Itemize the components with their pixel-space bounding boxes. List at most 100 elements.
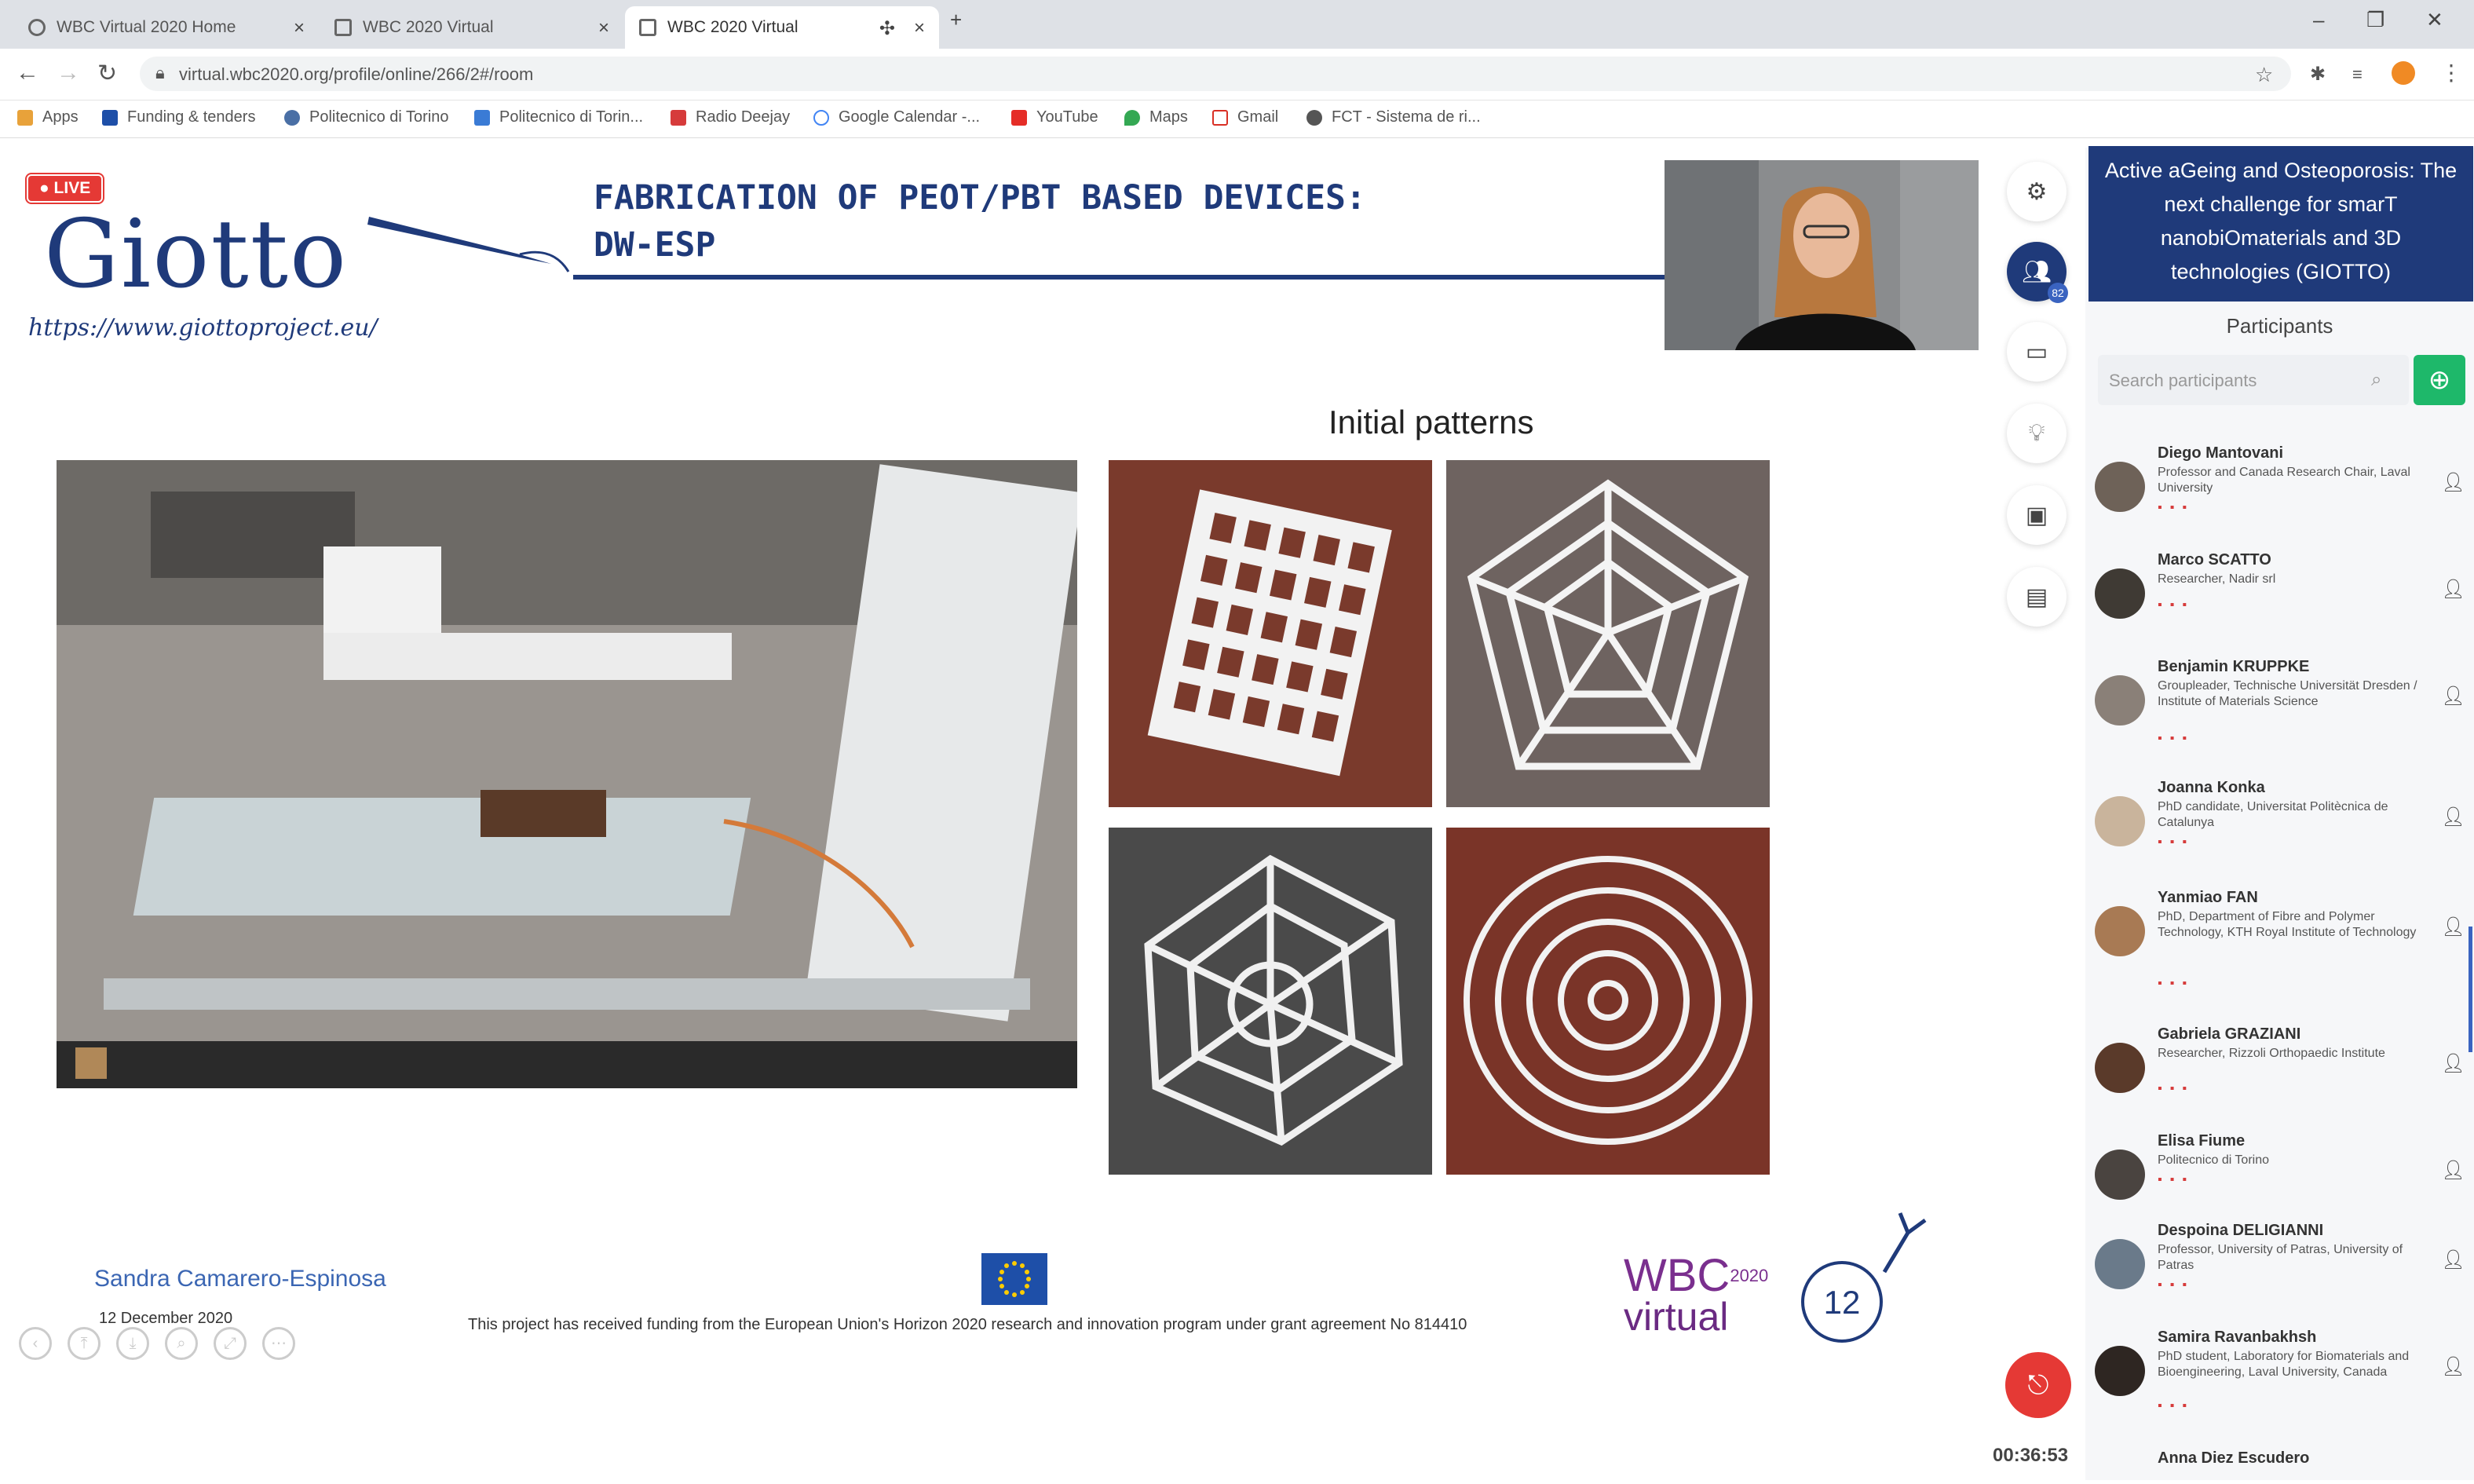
zoom-icon[interactable]: ⌕: [165, 1327, 198, 1360]
kebab-menu-icon[interactable]: ⋮: [2440, 60, 2462, 86]
participant-row[interactable]: Gabriela GRAZIANI Researcher, Rizzoli Or…: [2095, 1025, 2472, 1143]
restore-button[interactable]: ❐: [2366, 8, 2384, 32]
participant-status-icons: ▪▪▪: [2158, 1278, 2195, 1292]
fullscreen-icon[interactable]: ⤢: [214, 1327, 247, 1360]
giotto-logo: Giotto: [44, 200, 349, 309]
download-icon[interactable]: ⤓: [116, 1327, 149, 1360]
participant-name: Anna Diez Escudero: [2158, 1449, 2310, 1467]
move-tab-icon[interactable]: ✣: [879, 17, 895, 40]
participant-status-icons: ▪▪▪: [2158, 732, 2195, 745]
participant-role: PhD, Department of Fibre and Polymer Tec…: [2158, 910, 2417, 939]
bookmark-item[interactable]: Politecnico di Torin...: [474, 108, 643, 126]
qa-lightbulb-icon[interactable]: 💡︎: [2007, 404, 2067, 463]
youtube-icon: [1011, 109, 1027, 126]
url-input[interactable]: 🔒︎ virtual.wbc2020.org/profile/online/26…: [140, 57, 2291, 91]
webcam-image: [1665, 160, 1979, 350]
logo-url: https://www.giottoproject.eu/: [28, 314, 378, 342]
add-contact-icon[interactable]: 👤︎: [2442, 685, 2465, 707]
minimize-button[interactable]: –: [2313, 8, 2324, 32]
add-contact-icon[interactable]: 👤︎: [2442, 578, 2465, 601]
more-options-icon[interactable]: ⋯: [262, 1327, 295, 1360]
participant-row[interactable]: Yanmiao FAN PhD, Department of Fibre and…: [2095, 889, 2472, 1007]
bookmark-item[interactable]: Radio Deejay: [671, 108, 790, 126]
extensions-menu-icon[interactable]: ≡: [2352, 64, 2363, 85]
participant-name: Diego Mantovani: [2158, 444, 2284, 462]
bookmark-item[interactable]: Funding & tenders: [102, 108, 255, 126]
bookmark-item[interactable]: FCT - Sistema de ri...: [1306, 108, 1481, 126]
bookmark-star-icon[interactable]: ☆: [2255, 63, 2273, 87]
bookmark-label: YouTube: [1036, 108, 1098, 126]
participant-status-icons: ▪▪▪: [2158, 977, 2195, 990]
add-contact-icon[interactable]: 👤︎: [2442, 1355, 2465, 1378]
bookmark-item[interactable]: YouTube: [1011, 108, 1098, 126]
bookmark-apps[interactable]: Apps: [17, 108, 79, 126]
messages-icon[interactable]: ▣: [2007, 485, 2067, 545]
first-slide-icon[interactable]: ⤒: [68, 1327, 100, 1360]
search-participants-input[interactable]: Search participants: [2098, 355, 2409, 405]
settings-gear-icon[interactable]: ⚙: [2007, 162, 2067, 221]
lock-icon: 🔒︎: [155, 63, 165, 82]
bookmark-item[interactable]: Politecnico di Torino: [284, 108, 449, 126]
avatar: [2095, 1239, 2145, 1289]
participant-row[interactable]: Benjamin KRUPPKE Groupleader, Technische…: [2095, 658, 2472, 776]
chat-icon[interactable]: ▭: [2007, 322, 2067, 382]
eu-flag-icon: [102, 109, 118, 126]
bookmark-label: Politecnico di Torino: [309, 108, 449, 126]
close-tab-icon[interactable]: ×: [294, 17, 305, 39]
forward-arrow-icon[interactable]: →: [57, 60, 80, 86]
bookmark-item[interactable]: Maps: [1124, 108, 1188, 126]
add-contact-icon[interactable]: 👤︎: [2442, 806, 2465, 828]
participant-row[interactable]: Despoina DELIGIANNI Professor, Universit…: [2095, 1222, 2472, 1340]
participant-role: Researcher, Rizzoli Orthopaedic Institut…: [2158, 1047, 2385, 1060]
bookmark-item[interactable]: Google Calendar -...: [813, 108, 980, 126]
browser-tab[interactable]: WBC 2020 Virtual ×: [320, 6, 623, 49]
add-participant-button[interactable]: ⊕: [2414, 355, 2465, 405]
previous-slide-icon[interactable]: ‹: [19, 1327, 52, 1360]
wbc-logo-virtual: virtual: [1624, 1295, 1729, 1339]
back-arrow-icon[interactable]: ←: [16, 60, 39, 86]
participant-row[interactable]: Diego Mantovani Professor and Canada Res…: [2095, 444, 2472, 562]
avatar: [2095, 462, 2145, 512]
notes-icon[interactable]: ▤: [2007, 567, 2067, 627]
tab-label: WBC 2020 Virtual: [667, 18, 798, 36]
page-icon: [334, 19, 352, 36]
participant-name: Joanna Konka: [2158, 779, 2265, 796]
participant-name: Despoina DELIGIANNI: [2158, 1222, 2324, 1239]
title-underline: [573, 275, 1665, 280]
bookmark-label: Radio Deejay: [696, 108, 791, 126]
close-tab-icon[interactable]: ×: [914, 17, 925, 39]
browser-tab-active[interactable]: WBC 2020 Virtual ✣ ×: [625, 6, 939, 49]
bookmarks-bar: Apps Funding & tenders Politecnico di To…: [0, 101, 2474, 138]
new-tab-button[interactable]: +: [950, 8, 962, 32]
participants-icon[interactable]: 👥︎ 82: [2007, 242, 2068, 303]
profile-avatar[interactable]: [2392, 61, 2415, 85]
participant-name: Elisa Fiume: [2158, 1132, 2246, 1150]
add-contact-icon[interactable]: 👤︎: [2442, 1159, 2465, 1182]
participant-name: Yanmiao FAN: [2158, 889, 2258, 906]
reload-icon[interactable]: ↻: [97, 60, 117, 87]
participant-row[interactable]: Samira Ravanbakhsh PhD student, Laborato…: [2095, 1329, 2472, 1446]
browser-tab[interactable]: WBC Virtual 2020 Home ×: [14, 6, 319, 49]
extension-icon[interactable]: ✱: [2310, 63, 2326, 86]
participant-row[interactable]: Joanna Konka PhD candidate, Universitat …: [2095, 779, 2472, 897]
participant-name: Gabriela GRAZIANI: [2158, 1025, 2301, 1043]
live-label: LIVE: [53, 179, 91, 197]
add-contact-icon[interactable]: 👤︎: [2442, 1052, 2465, 1075]
add-contact-icon[interactable]: 👤︎: [2442, 1248, 2465, 1271]
add-contact-icon[interactable]: 👤︎: [2442, 916, 2465, 938]
funding-acknowledgement: This project has received funding from t…: [468, 1316, 1467, 1333]
presenter-webcam[interactable]: [1665, 160, 1979, 350]
close-window-button[interactable]: ✕: [2426, 8, 2443, 32]
leave-room-button[interactable]: ⎋: [2005, 1352, 2071, 1418]
wbc-logo-year: 2020: [1730, 1266, 1769, 1285]
url-text: virtual.wbc2020.org/profile/online/266/2…: [179, 64, 534, 84]
bookmark-item[interactable]: Gmail: [1212, 108, 1278, 126]
bookmark-label: Google Calendar -...: [839, 108, 981, 126]
participant-row[interactable]: Anna Diez Escudero: [2095, 1449, 2472, 1480]
add-contact-icon[interactable]: 👤︎: [2442, 471, 2465, 494]
participant-status-icons: ▪▪▪: [2158, 598, 2195, 612]
panel-scrollbar[interactable]: [2469, 927, 2472, 1052]
close-tab-icon[interactable]: ×: [598, 17, 609, 39]
slide-title: FABRICATION OF PEOT/PBT BASED DEVICES: D…: [594, 174, 1614, 269]
participant-row[interactable]: Marco SCATTO Researcher, Nadir srl ▪▪▪ 👤…: [2095, 551, 2472, 669]
